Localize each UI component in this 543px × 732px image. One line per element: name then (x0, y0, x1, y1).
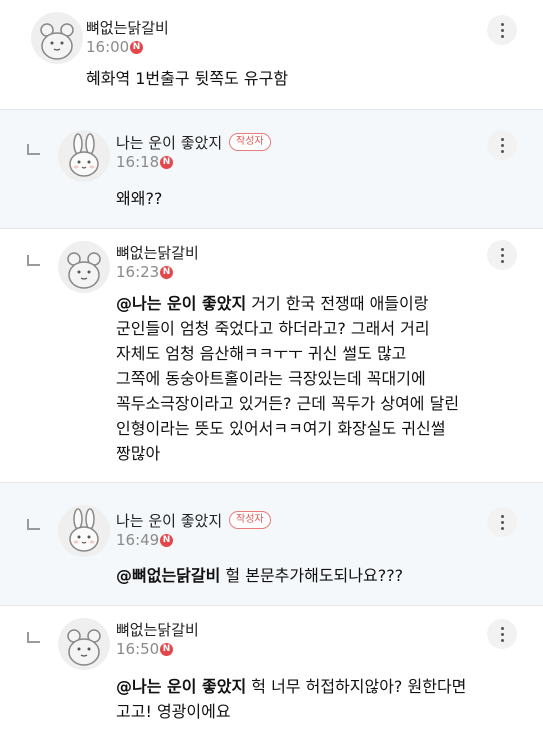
avatar[interactable] (58, 130, 110, 182)
comment-text: 혜화역 1번출구 뒷쪽도 유구함 (86, 69, 289, 88)
comment-text: @뼈없는닭갈비 헐 본문추가해도되나요??? (116, 566, 404, 585)
new-badge: N (160, 534, 173, 547)
new-badge: N (160, 156, 173, 169)
more-vertical-icon (501, 23, 504, 26)
avatar[interactable] (58, 505, 110, 557)
more-options-button[interactable] (487, 240, 517, 270)
new-badge: N (160, 643, 173, 656)
comment-1: 뼈없는닭갈비 16:00 N 혜화역 1번출구 뒷쪽도 유구함 (0, 0, 543, 110)
more-options-button[interactable] (487, 130, 517, 160)
comment-author[interactable]: 나는 운이 좋았지 (116, 510, 222, 531)
avatar[interactable] (31, 12, 83, 64)
comment-3: 뼈없는닭갈비 16:23 N @나는 운이 좋았지 거기 한국 전쟁때 애들이랑… (0, 229, 543, 482)
comment-text: 왜왜?? (116, 189, 163, 208)
more-options-button[interactable] (487, 507, 517, 537)
comment-author[interactable]: 뼈없는닭갈비 (116, 242, 199, 263)
comment-author[interactable]: 뼈없는닭갈비 (86, 17, 169, 38)
comment-author[interactable]: 나는 운이 좋았지 (116, 132, 222, 153)
reply-indent-icon (27, 144, 40, 155)
more-vertical-icon (501, 138, 504, 141)
mention-link[interactable]: @나는 운이 좋았지 (116, 677, 246, 696)
avatar[interactable] (58, 241, 110, 293)
mention-link[interactable]: @나는 운이 좋았지 (116, 294, 246, 313)
more-vertical-icon (501, 515, 504, 518)
comment-5: 뼈없는닭갈비 16:50 N @나는 운이 좋았지 헉 너무 허접하지않아? 원… (0, 606, 543, 732)
new-badge: N (160, 266, 173, 279)
comment-time: 16:50 (116, 640, 160, 658)
comment-time: 16:23 (116, 263, 160, 281)
more-vertical-icon (501, 248, 504, 251)
new-badge: N (130, 41, 143, 54)
reply-indent-icon (27, 519, 40, 530)
bear-avatar-icon (67, 252, 101, 289)
comment-time: 16:00 (86, 38, 130, 56)
comment-time: 16:18 (116, 153, 160, 171)
more-vertical-icon (501, 627, 504, 630)
more-options-button[interactable] (487, 619, 517, 649)
comment-text: @나는 운이 좋았지 거기 한국 전쟁때 애들이랑 군인들이 엄청 죽었다고 하… (116, 294, 460, 463)
comment-4: 나는 운이 좋았지 작성자 16:49 N @뼈없는닭갈비 헐 본문추가해도되나… (0, 483, 543, 605)
avatar[interactable] (58, 618, 110, 670)
rabbit-avatar-icon (69, 508, 99, 552)
comment-author[interactable]: 뼈없는닭갈비 (116, 619, 199, 640)
comment-2: 나는 운이 좋았지 작성자 16:18 N 왜왜?? (0, 110, 543, 228)
reply-indent-icon (27, 255, 40, 266)
author-badge: 작성자 (229, 133, 271, 151)
reply-indent-icon (27, 632, 40, 643)
mention-link[interactable]: @뼈없는닭갈비 (116, 566, 220, 585)
rabbit-avatar-icon (69, 133, 99, 177)
comment-time: 16:49 (116, 531, 160, 549)
bear-avatar-icon (67, 629, 101, 666)
comment-text: @나는 운이 좋았지 헉 너무 허접하지않아? 원한다면 고고! 영광이에요 (116, 677, 467, 721)
more-options-button[interactable] (487, 15, 517, 45)
author-badge: 작성자 (229, 511, 271, 529)
bear-avatar-icon (40, 23, 74, 60)
